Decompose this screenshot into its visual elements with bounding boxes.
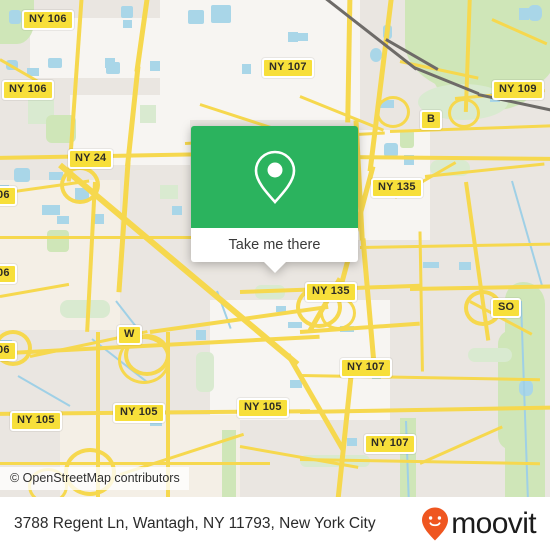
footer-bar: 3788 Regent Ln, Wantagh, NY 11793, New Y… — [0, 497, 550, 550]
route-shield: 06 — [0, 341, 17, 361]
park-green-small-d — [160, 185, 178, 199]
route-shield: W — [117, 325, 142, 345]
water-pond-ab — [519, 8, 529, 20]
interchange-loop-w — [60, 166, 100, 204]
moovit-smiley-pin-icon — [422, 507, 449, 540]
water-pond-k — [211, 5, 231, 23]
route-shield: NY 105 — [237, 398, 289, 418]
route-shield: SO — [491, 298, 522, 318]
route-shield: 06 — [0, 264, 17, 284]
water-pond-n — [294, 33, 308, 41]
map-pin-icon — [254, 150, 295, 204]
water-pond-al — [423, 262, 439, 268]
water-pond-h — [106, 62, 120, 74]
popup-pointer — [263, 262, 286, 273]
route-shield: NY 105 — [113, 403, 165, 423]
water-pond-e — [121, 6, 133, 18]
water-pond-j — [188, 10, 204, 24]
moovit-map-screen: NY 106 NY 107 NY 109 B NY 106 NY 24 NY 135 06 06… — [0, 0, 550, 550]
water-pond-y — [528, 5, 542, 21]
route-shield: NY 109 — [492, 80, 544, 100]
destination-address: 3788 Regent Ln, Wantagh, NY 11793, New Y… — [14, 514, 376, 532]
park-green-small-c — [140, 105, 156, 123]
water-pond-ai — [288, 322, 302, 328]
route-shield: 06 — [0, 186, 17, 206]
water-pond-v — [172, 206, 182, 215]
moovit-logo[interactable]: moovit — [420, 506, 537, 542]
map-attribution[interactable]: © OpenStreetMap contributors — [0, 467, 189, 490]
water-pond-c — [14, 168, 30, 182]
map-viewport[interactable]: NY 106 NY 107 NY 109 B NY 106 NY 24 NY 135 06 06… — [0, 0, 550, 497]
route-shield: NY 106 — [22, 10, 74, 30]
water-pond-a — [9, 10, 21, 24]
popup-header — [191, 126, 358, 228]
popup-action-label: Take me there — [228, 237, 321, 253]
water-pond-p — [150, 61, 160, 71]
road-horizontal-mid — [0, 236, 200, 239]
route-shield: NY 107 — [340, 358, 392, 378]
water-pond-t — [57, 216, 69, 224]
route-shield: NY 105 — [10, 411, 62, 431]
moovit-wordmark: moovit — [451, 506, 536, 540]
popup-action-row[interactable]: Take me there — [191, 228, 358, 262]
park-green-small-b — [47, 230, 69, 252]
destination-popup[interactable]: Take me there — [191, 126, 358, 273]
route-shield: NY 107 — [262, 58, 314, 78]
water-pond-s — [42, 205, 60, 215]
park-green-small-e — [400, 130, 414, 148]
route-shield: NY 24 — [68, 149, 114, 169]
route-shield: NY 135 — [371, 178, 423, 198]
water-pond-i — [123, 20, 132, 28]
water-pond-ap — [519, 380, 533, 396]
route-shield: NY 107 — [364, 434, 416, 454]
water-pond-as — [347, 438, 357, 446]
route-shield: B — [420, 110, 443, 130]
route-shield: NY 106 — [2, 80, 54, 100]
interchange-loop-ne — [376, 96, 410, 128]
water-pond-ad — [459, 262, 471, 270]
park-green-small-h — [196, 352, 214, 392]
road-horizontal-bottom — [0, 462, 270, 465]
water-pond-d — [48, 58, 62, 68]
interchange-loop-ne2 — [448, 98, 480, 128]
map-canvas[interactable]: NY 106 NY 107 NY 109 B NY 106 NY 24 NY 135 06 06… — [0, 0, 550, 497]
route-shield: NY 135 — [305, 282, 357, 302]
water-pond-u — [94, 214, 104, 224]
water-pond-o — [242, 64, 251, 74]
water-pond-ar — [196, 330, 206, 340]
greenway-river-spur — [468, 348, 512, 362]
